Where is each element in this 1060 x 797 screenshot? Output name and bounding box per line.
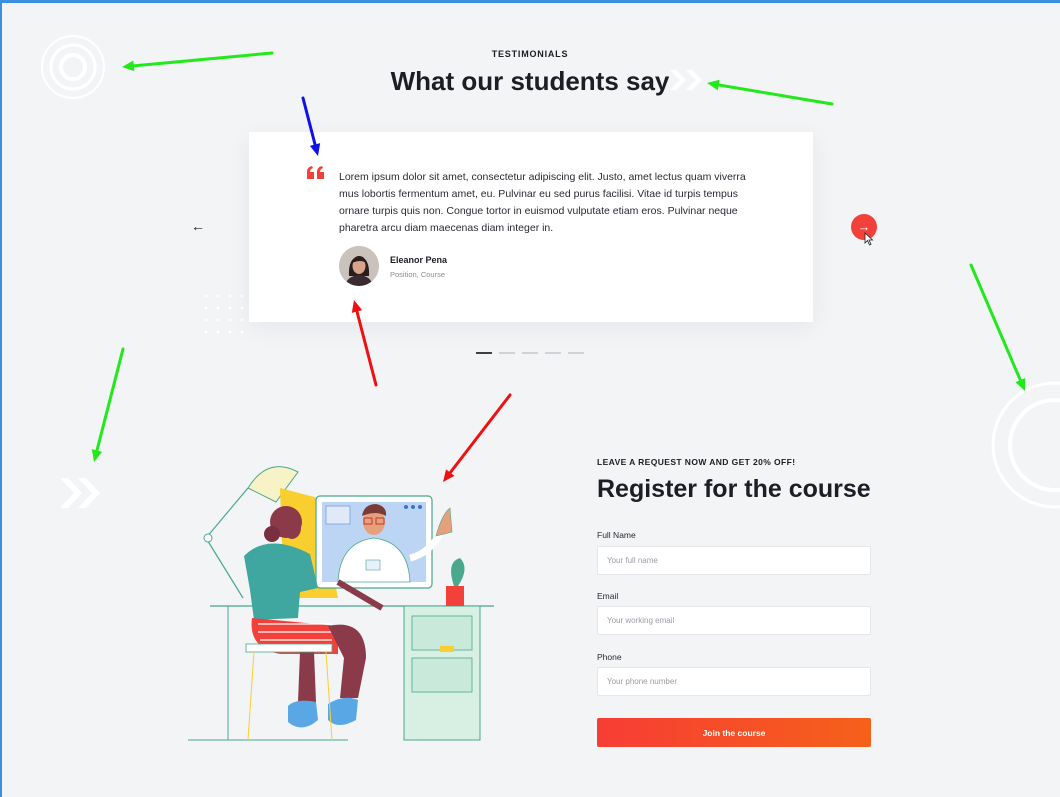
testimonials-title: What our students say [390,66,670,96]
join-course-button[interactable]: Join the course [597,718,871,747]
pagination-dot[interactable] [568,352,584,354]
annotation-arrow-green-shaft [94,347,125,455]
pagination-dot[interactable] [545,352,561,354]
previous-slide-button[interactable]: ← [186,214,210,238]
chevron-decoration-left [60,478,100,508]
avatar [339,246,379,286]
avatar-portrait [339,246,379,286]
pagination-dot[interactable] [476,352,492,354]
full-name-field[interactable] [597,546,871,575]
pagination-dot[interactable] [499,352,515,354]
top-border [0,0,1060,3]
phone-field[interactable] [597,667,871,696]
left-border [0,0,2,797]
annotation-arrows [91,51,1026,482]
annotation-arrow-green-head [91,449,103,462]
testimonial-quote: Lorem ipsum dolor sit amet, consectetur … [339,171,746,234]
mouse-cursor-icon [864,232,874,246]
testimonials-eyebrow: TESTIMONIALS [491,49,569,59]
testimonial-card: Lorem ipsum dolor sit amet, consectetur … [249,132,813,322]
register-title: Register for the course [597,475,871,503]
author-name: Eleanor Pena [390,255,448,265]
phone-label: Phone [597,652,622,662]
concentric-circle-decoration-right [991,381,1060,509]
student-at-desk-illustration [188,466,494,741]
full-name-label: Full Name [597,530,636,540]
slider-pagination [476,352,588,356]
quote-icon [307,166,324,179]
register-eyebrow: LEAVE A REQUEST NOW AND GET 20% OFF! [597,457,796,467]
email-field[interactable] [597,606,871,635]
annotation-arrow-green-shaft [969,263,1023,385]
email-label: Email [597,591,619,601]
author-role: Position, Course [390,270,446,279]
pagination-dot[interactable] [522,352,538,354]
